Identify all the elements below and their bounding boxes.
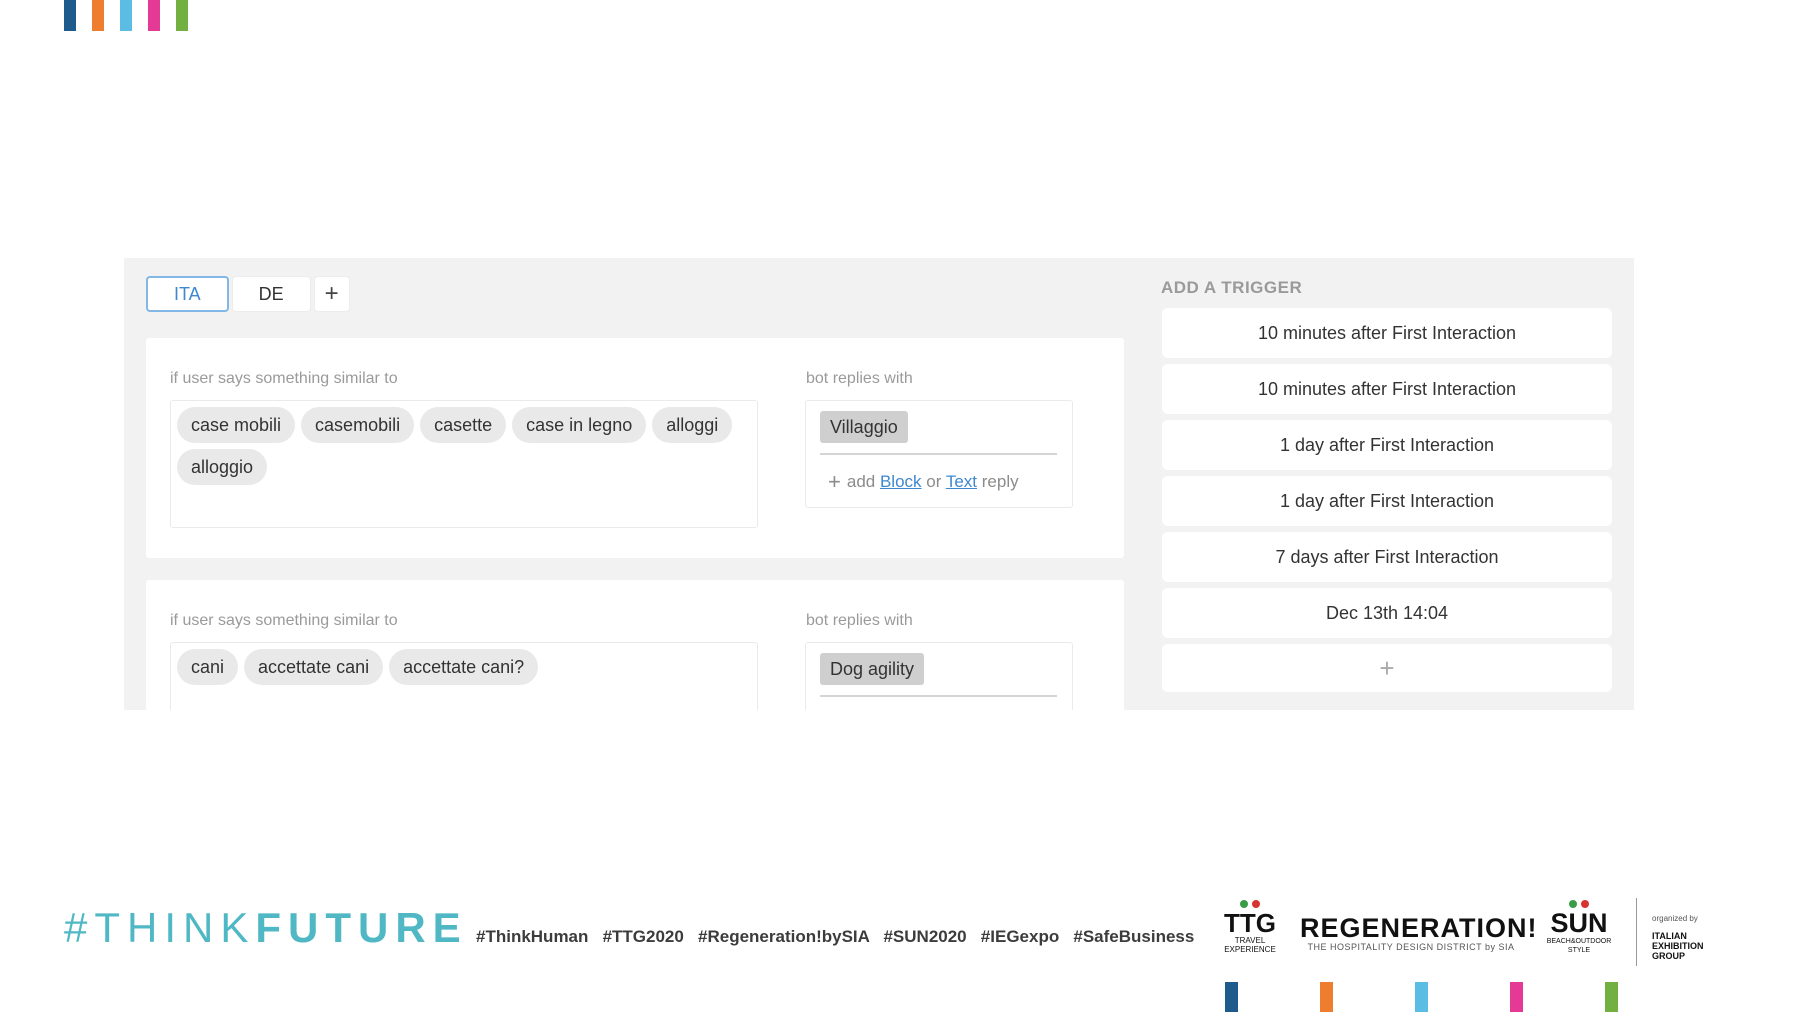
tab-ita[interactable]: ITA: [146, 276, 229, 312]
user-phrases-input[interactable]: cani accettate cani accettate cani?: [170, 642, 758, 710]
phrase-chip[interactable]: alloggio: [177, 449, 268, 485]
sun-logo: SUN BEACH&OUTDOOR STYLE: [1540, 900, 1618, 955]
brand-bars-top: [64, 0, 188, 31]
phrase-chip[interactable]: accettate cani?: [389, 649, 539, 685]
trigger-item[interactable]: 7 days after First Interaction: [1162, 532, 1612, 582]
add-trigger-title: ADD A TRIGGER: [1161, 278, 1303, 297]
brand-bar: [64, 0, 76, 31]
tab-de[interactable]: DE: [231, 276, 311, 312]
trigger-item[interactable]: 1 day after First Interaction: [1162, 476, 1612, 526]
user-phrases-input[interactable]: case mobili casemobili casette case in l…: [170, 400, 758, 528]
ttg-logo-text: TTG: [1224, 908, 1276, 938]
ieg-logo: organized by ITALIAN EXHIBITION GROUP: [1652, 914, 1724, 961]
regeneration-logo-subtitle: THE HOSPITALITY DESIGN DISTRICT by SIA: [1307, 942, 1515, 952]
add-reply-suffix: reply: [981, 472, 1019, 491]
reply-divider: [820, 695, 1057, 697]
add-reply-prefix: add: [846, 472, 876, 491]
bot-reply-box: Dog agility: [805, 642, 1073, 710]
rule-card: if user says something similar to bot re…: [146, 338, 1124, 558]
brand-bar: [1510, 982, 1523, 1012]
trigger-item[interactable]: Dec 13th 14:04: [1162, 588, 1612, 638]
tagline-prefix: #THINK: [64, 904, 256, 951]
brand-bar: [176, 0, 188, 31]
brand-bar: [1605, 982, 1618, 1012]
regeneration-logo: REGENERATION! THE HOSPITALITY DESIGN DIS…: [1300, 913, 1538, 952]
organized-by-label: organized by: [1652, 914, 1698, 923]
ttg-logo: TTG TRAVEL EXPERIENCE: [1222, 900, 1278, 954]
phrase-chip[interactable]: case mobili: [177, 407, 296, 443]
phrase-chip[interactable]: casemobili: [301, 407, 415, 443]
chatbot-rules-panel: ITA DE + if user says something similar …: [124, 258, 1634, 710]
think-future-tagline: #THINKFUTURE: [64, 904, 468, 952]
user-says-caption: if user says something similar to: [170, 612, 398, 629]
rule-card: if user says something similar to bot re…: [146, 580, 1124, 710]
regeneration-logo-text: REGENERATION!: [1300, 913, 1538, 943]
phrase-chip[interactable]: alloggi: [652, 407, 733, 443]
brand-bars-bottom: [1225, 982, 1618, 1012]
phrase-chip[interactable]: case in legno: [512, 407, 647, 443]
brand-bar: [92, 0, 104, 31]
sun-logo-text: SUN: [1550, 908, 1608, 938]
add-trigger-button[interactable]: +: [1162, 644, 1612, 692]
add-reply-row: + add Block or Text reply: [828, 469, 1019, 495]
ttg-logo-subtitle: TRAVEL EXPERIENCE: [1224, 936, 1276, 954]
add-text-link[interactable]: Text: [946, 472, 977, 491]
bot-reply-box: Villaggio + add Block or Text reply: [805, 400, 1073, 508]
trigger-item[interactable]: 1 day after First Interaction: [1162, 420, 1612, 470]
brand-bar: [120, 0, 132, 31]
user-says-caption: if user says something similar to: [170, 370, 398, 387]
reply-divider: [820, 453, 1057, 455]
hashtags: #ThinkHuman #TTG2020 #Regeneration!bySIA…: [476, 927, 1195, 946]
phrase-chip[interactable]: casette: [420, 407, 507, 443]
phrase-chip[interactable]: cani: [177, 649, 239, 685]
trigger-item[interactable]: 10 minutes after First Interaction: [1162, 364, 1612, 414]
logo-divider: [1636, 898, 1637, 966]
add-language-button[interactable]: +: [313, 276, 350, 312]
brand-bar: [1320, 982, 1333, 1012]
brand-bar: [1225, 982, 1238, 1012]
reply-block-chip[interactable]: Dog agility: [820, 653, 925, 685]
brand-bar: [1415, 982, 1428, 1012]
trigger-list: 10 minutes after First Interaction 10 mi…: [1162, 308, 1612, 692]
trigger-item[interactable]: 10 minutes after First Interaction: [1162, 308, 1612, 358]
add-block-link[interactable]: Block: [880, 472, 922, 491]
plus-icon[interactable]: +: [828, 469, 841, 494]
bot-replies-caption: bot replies with: [806, 612, 913, 629]
logo-dots: [1222, 900, 1278, 908]
sun-logo-subtitle: BEACH&OUTDOOR STYLE: [1546, 938, 1612, 954]
ieg-logo-text: ITALIAN EXHIBITION GROUP: [1652, 931, 1704, 961]
add-reply-or: or: [926, 472, 942, 491]
language-tabs: ITA DE +: [146, 276, 350, 312]
logo-dots: [1540, 900, 1618, 908]
bot-replies-caption: bot replies with: [806, 370, 913, 387]
brand-bar: [148, 0, 160, 31]
tagline-bold: FUTURE: [255, 904, 468, 951]
reply-block-chip[interactable]: Villaggio: [820, 411, 908, 443]
phrase-chip[interactable]: accettate cani: [244, 649, 384, 685]
